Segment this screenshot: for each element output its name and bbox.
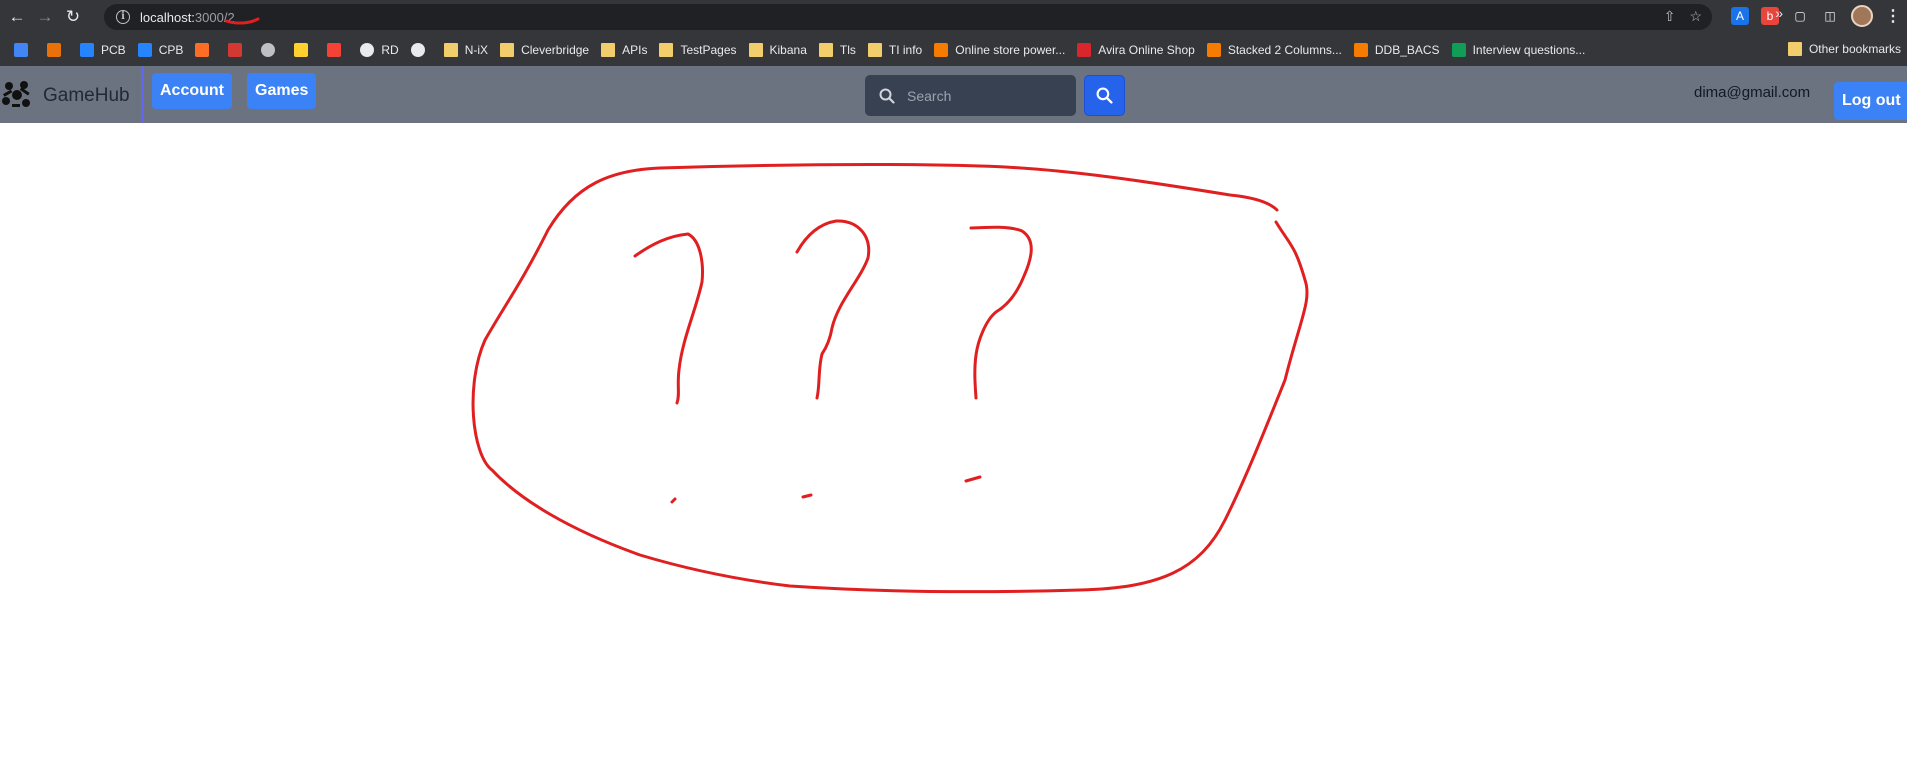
question-mark-3 bbox=[969, 225, 1033, 400]
question-mark-1 bbox=[633, 232, 704, 405]
hand-drawn-annotation bbox=[224, 17, 1309, 594]
question-mark-2-dot bbox=[801, 493, 813, 499]
url-underline-mark bbox=[224, 17, 260, 25]
annotation-loop bbox=[471, 163, 1309, 594]
question-mark-1-dot bbox=[670, 497, 677, 504]
question-mark-2 bbox=[795, 219, 871, 400]
question-mark-3-dot bbox=[964, 475, 982, 483]
